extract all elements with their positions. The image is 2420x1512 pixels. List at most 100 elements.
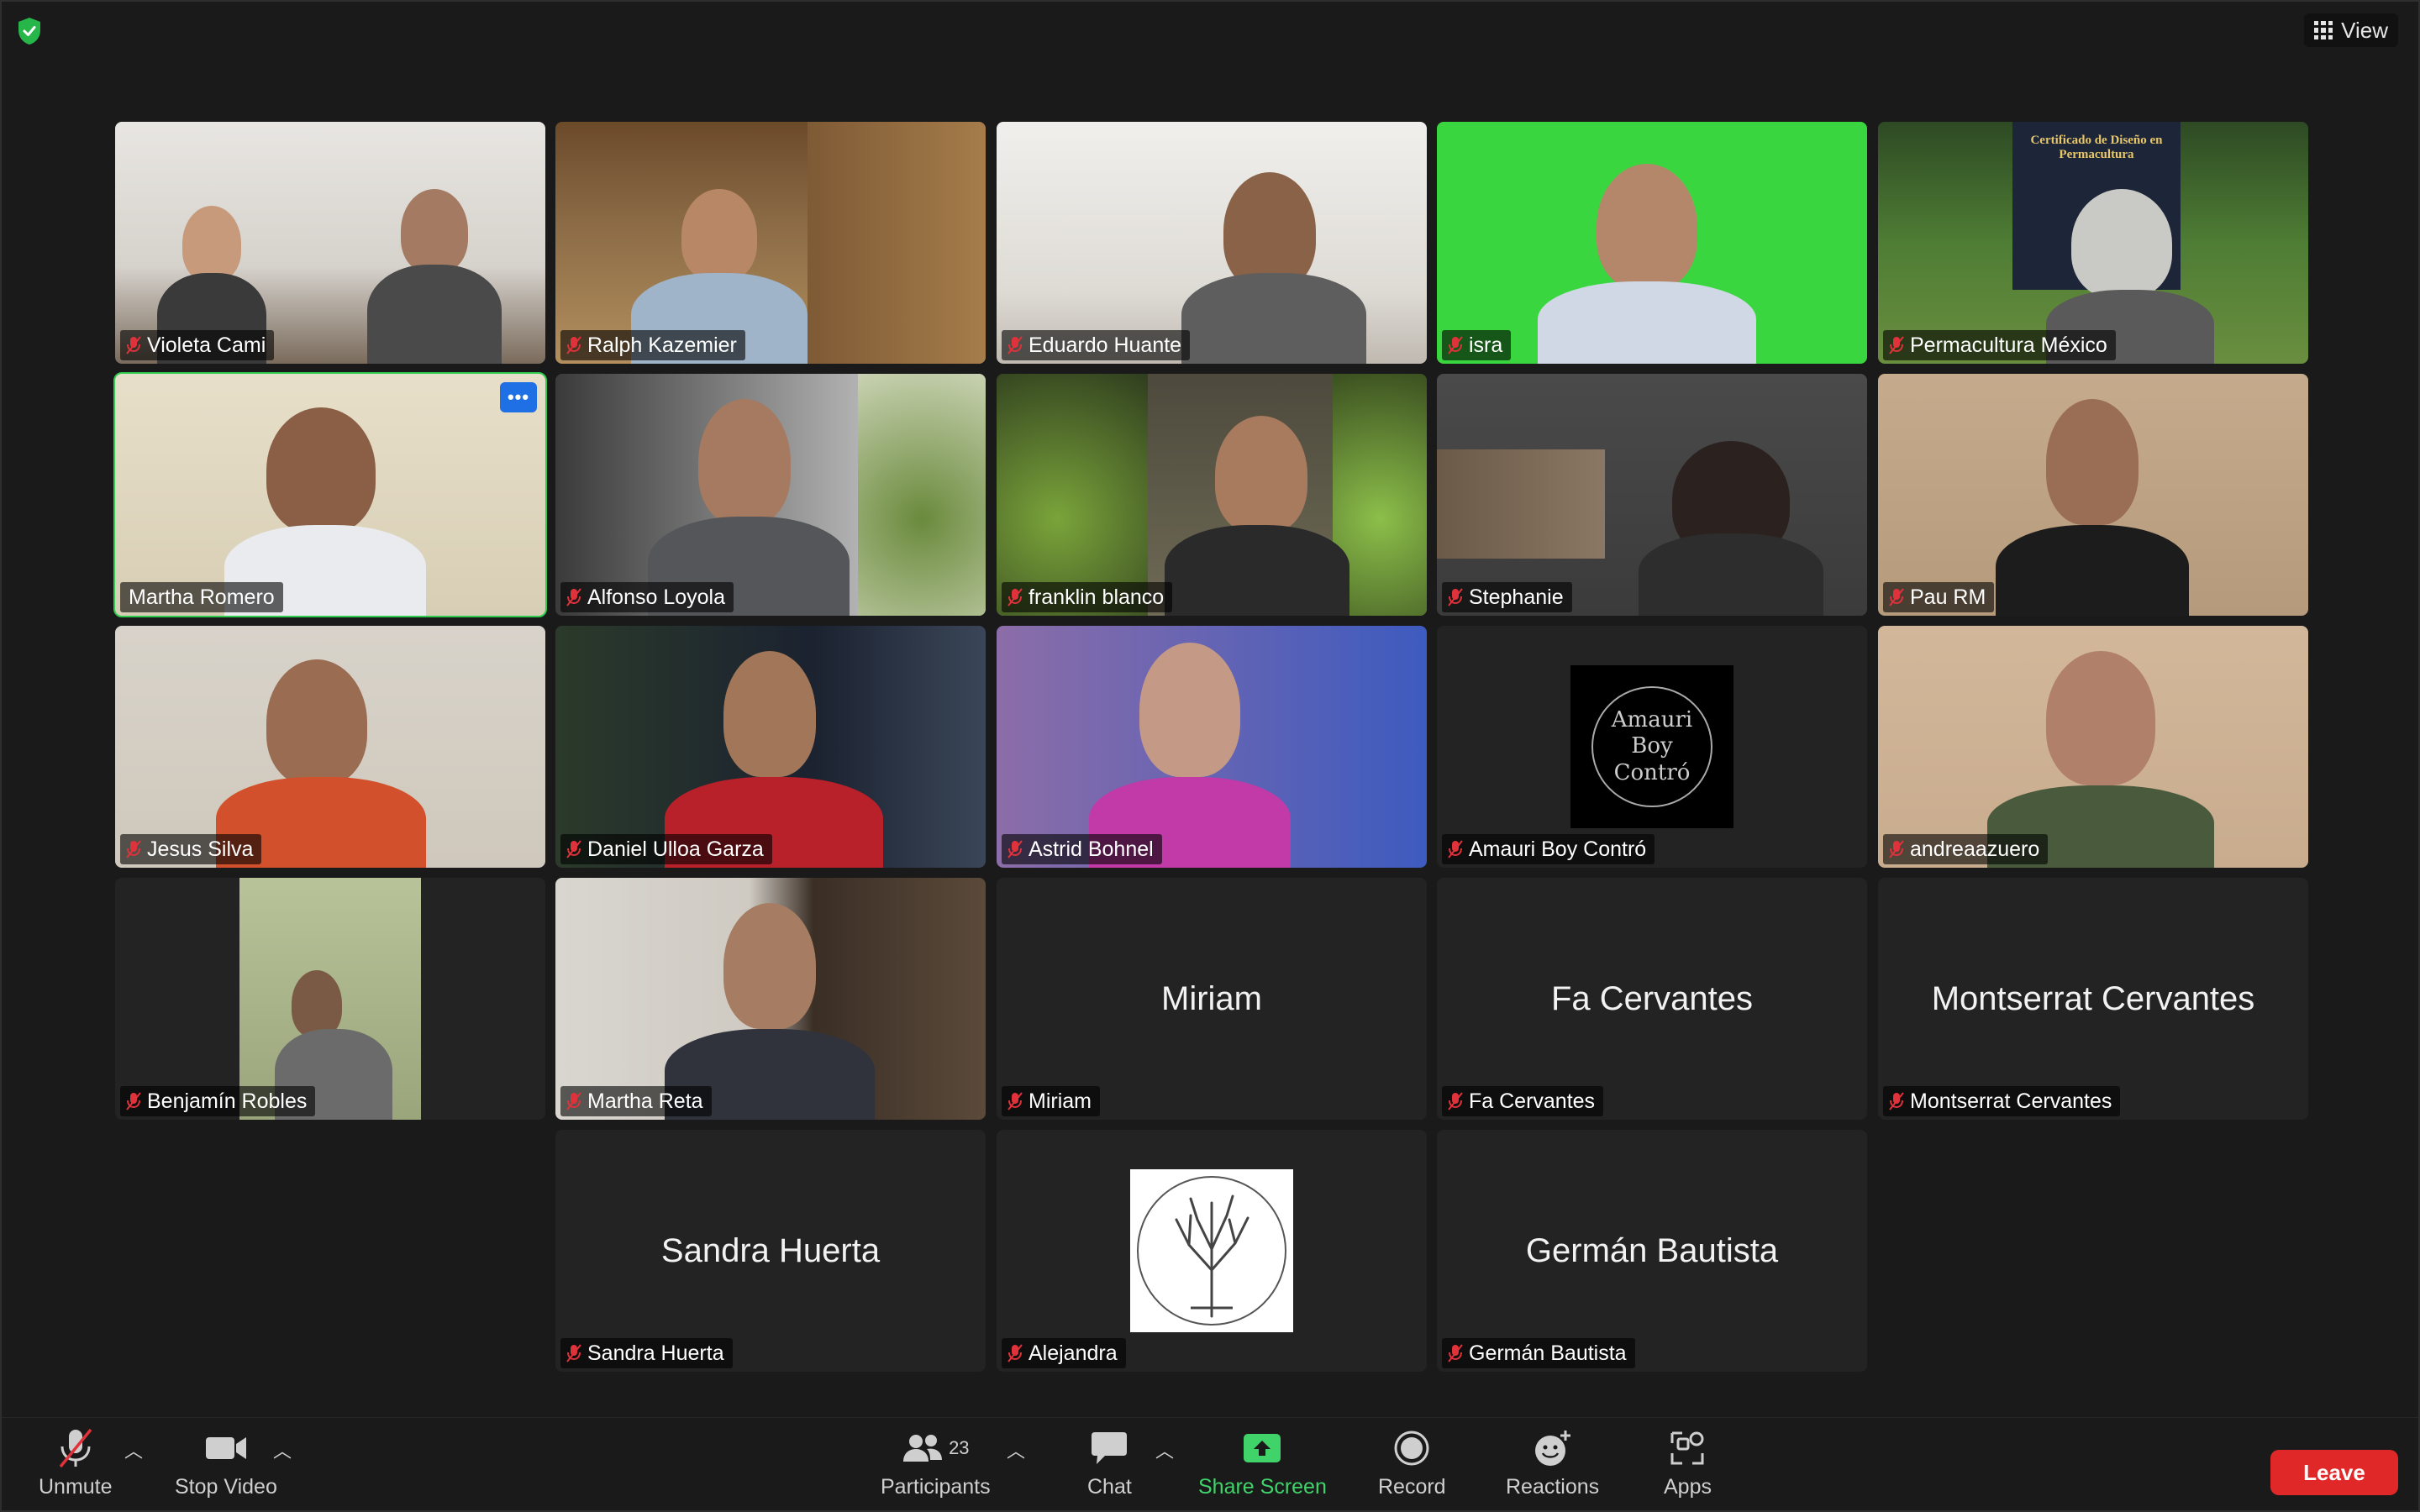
record-button[interactable]: Record <box>1378 1426 1446 1499</box>
participant-display-name: Miriam <box>1161 979 1262 1017</box>
participant-tile[interactable]: isra <box>1437 122 1867 364</box>
participant-name-tag: Violeta Cami <box>120 330 275 360</box>
participant-name: Astrid Bohnel <box>1028 837 1154 861</box>
participant-name-tag: Sandra Huerta <box>560 1338 733 1368</box>
apps-label: Apps <box>1664 1475 1712 1499</box>
participant-tile[interactable]: Alejandra <box>997 1130 1427 1372</box>
participant-tile[interactable]: Martha Reta <box>555 878 986 1120</box>
participant-name-tag: Martha Reta <box>560 1086 712 1116</box>
participant-tile[interactable]: Sandra Huerta Sandra Huerta <box>555 1130 986 1372</box>
participants-button[interactable]: 23 Participants <box>881 1426 991 1499</box>
participant-name: Benjamín Robles <box>147 1089 308 1113</box>
participant-name: franklin blanco <box>1028 585 1165 609</box>
unmute-label: Unmute <box>39 1475 113 1499</box>
participant-tile[interactable]: Jesus Silva <box>115 626 545 868</box>
chat-label: Chat <box>1087 1475 1132 1499</box>
participant-name: Amauri Boy Contró <box>1469 837 1647 861</box>
share-screen-label: Share Screen <box>1198 1475 1327 1499</box>
participant-avatar: Amauri Boy Contró <box>1570 665 1733 828</box>
participants-icon <box>903 1435 943 1462</box>
participants-label: Participants <box>881 1475 991 1499</box>
zoom-meeting-window: View Violeta Cami Ralph Kazemier Eduardo… <box>0 0 2420 1512</box>
muted-mic-icon <box>1448 1092 1463 1110</box>
participant-name: Miriam <box>1028 1089 1092 1113</box>
leave-button[interactable]: Leave <box>2270 1450 2398 1495</box>
chat-button[interactable]: Chat <box>1087 1426 1132 1499</box>
participant-tile[interactable]: andreaazuero <box>1878 626 2308 868</box>
participant-name: Violeta Cami <box>147 333 266 357</box>
participant-tile-active-speaker[interactable]: ••• Martha Romero <box>113 372 547 617</box>
chat-bubble-icon <box>1092 1432 1128 1464</box>
participants-count: 23 <box>949 1437 970 1458</box>
tree-avatar-icon <box>1130 1169 1293 1332</box>
muted-mic-icon <box>566 336 581 354</box>
participant-name-tag: Alfonso Loyola <box>560 582 734 612</box>
participant-name: Sandra Huerta <box>587 1341 724 1365</box>
muted-mic-icon <box>566 1092 581 1110</box>
participant-name: Daniel Ulloa Garza <box>587 837 764 861</box>
reactions-button[interactable]: Reactions <box>1506 1426 1599 1499</box>
participant-display-name: Fa Cervantes <box>1550 979 1754 1017</box>
participant-name: Alejandra <box>1028 1341 1118 1365</box>
muted-mic-icon <box>126 1092 141 1110</box>
reactions-label: Reactions <box>1506 1475 1600 1499</box>
meeting-toolbar: Unmute ︿ Stop Video ︿ 23 Participants ︿ … <box>2 1417 2418 1510</box>
muted-mic-icon <box>126 840 141 858</box>
participant-tile[interactable]: Daniel Ulloa Garza <box>555 626 986 868</box>
muted-mic-icon <box>1448 588 1463 606</box>
participant-tile[interactable]: Fa Cervantes Fa Cervantes <box>1437 878 1867 1120</box>
record-icon <box>1394 1431 1429 1466</box>
participant-name-tag: franklin blanco <box>1002 582 1173 612</box>
video-camera-icon <box>205 1437 246 1459</box>
participant-name: Permacultura México <box>1910 333 2107 357</box>
participant-name-tag: Montserrat Cervantes <box>1883 1086 2121 1116</box>
participant-tile[interactable]: Benjamín Robles <box>115 878 545 1120</box>
participant-tile[interactable]: Eduardo Huante <box>997 122 1427 364</box>
muted-mic-icon <box>1889 1092 1904 1110</box>
participant-tile[interactable]: Certificado de Diseño en Permacultura Pe… <box>1878 122 2308 364</box>
share-screen-button[interactable]: Share Screen <box>1198 1426 1327 1499</box>
muted-mic-icon <box>1007 840 1023 858</box>
more-options-button[interactable]: ••• <box>500 382 537 412</box>
participant-tile[interactable]: Germán Bautista Germán Bautista <box>1437 1130 1867 1372</box>
participant-tile[interactable]: Violeta Cami <box>115 122 545 364</box>
video-options-caret[interactable]: ︿ <box>273 1436 292 1463</box>
muted-mic-icon <box>1889 588 1904 606</box>
participant-tile[interactable]: franklin blanco <box>997 374 1427 616</box>
record-label: Record <box>1378 1475 1446 1499</box>
participant-tile[interactable]: Ralph Kazemier <box>555 122 986 364</box>
participant-tile[interactable]: Astrid Bohnel <box>997 626 1427 868</box>
participant-display-name: Sandra Huerta <box>660 1231 881 1269</box>
participant-name-tag: Stephanie <box>1442 582 1572 612</box>
muted-mic-icon <box>1007 1092 1023 1110</box>
participant-name-tag: Martha Romero <box>120 582 283 612</box>
participant-name-tag: Astrid Bohnel <box>1002 834 1162 864</box>
participant-name: andreaazuero <box>1910 837 2040 861</box>
apps-button[interactable]: Apps <box>1664 1426 1712 1499</box>
participant-name-tag: Jesus Silva <box>120 834 262 864</box>
muted-mic-icon <box>59 1428 92 1468</box>
chat-options-caret[interactable]: ︿ <box>1155 1436 1174 1463</box>
unmute-button[interactable]: Unmute <box>39 1426 113 1499</box>
apps-icon <box>1670 1431 1704 1465</box>
participant-name-tag: Eduardo Huante <box>1002 330 1191 360</box>
banner-text: Certificado de Diseño en Permacultura <box>2030 134 2163 161</box>
stop-video-button[interactable]: Stop Video <box>175 1426 277 1499</box>
participant-name: Montserrat Cervantes <box>1910 1089 2112 1113</box>
participant-tile[interactable]: Amauri Boy Contró Amauri Boy Contró <box>1437 626 1867 868</box>
participant-name: isra <box>1469 333 1503 357</box>
participant-tile[interactable]: Montserrat Cervantes Montserrat Cervante… <box>1878 878 2308 1120</box>
audio-options-caret[interactable]: ︿ <box>124 1436 143 1463</box>
participants-options-caret[interactable]: ︿ <box>1007 1436 1025 1463</box>
participant-name: Ralph Kazemier <box>587 333 737 357</box>
muted-mic-icon <box>126 336 141 354</box>
participant-tile[interactable]: Miriam Miriam <box>997 878 1427 1120</box>
gallery-view: Violeta Cami Ralph Kazemier Eduardo Huan… <box>2 2 2420 1421</box>
participant-name-tag: Miriam <box>1002 1086 1100 1116</box>
participant-tile[interactable]: Stephanie <box>1437 374 1867 616</box>
participant-name-tag: Alejandra <box>1002 1338 1126 1368</box>
muted-mic-icon <box>1889 336 1904 354</box>
participant-tile[interactable]: Alfonso Loyola <box>555 374 986 616</box>
muted-mic-icon <box>566 840 581 858</box>
participant-tile[interactable]: Pau RM <box>1878 374 2308 616</box>
